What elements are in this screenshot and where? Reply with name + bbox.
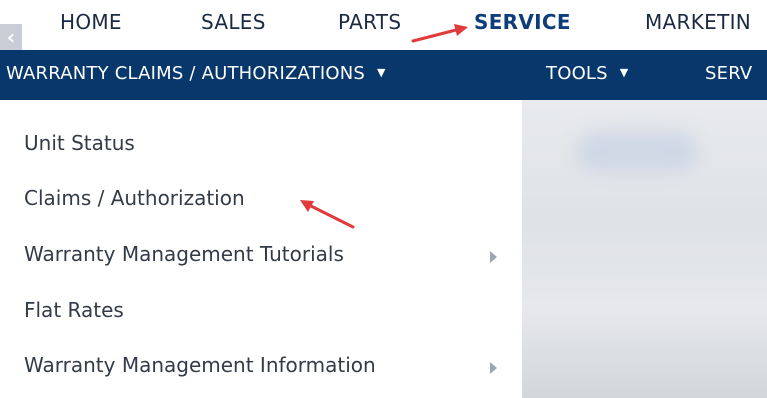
arrow-to-claims-icon bbox=[300, 200, 355, 229]
annotation-arrows bbox=[300, 24, 468, 229]
arrow-to-service-icon bbox=[411, 24, 468, 43]
